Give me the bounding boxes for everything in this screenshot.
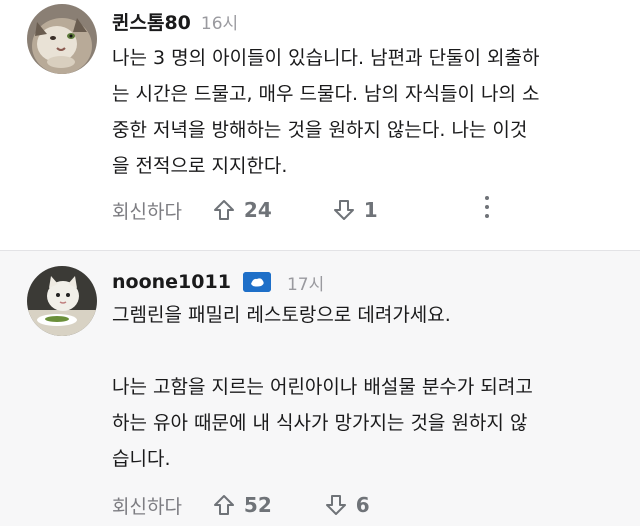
arrow-down-outline-icon bbox=[333, 200, 354, 220]
avatar-cat-at-table[interactable] bbox=[27, 266, 97, 336]
timestamp: 16시 bbox=[200, 13, 239, 34]
timestamp: 17시 bbox=[286, 274, 325, 295]
comment-paragraph: 그렘린을 패밀리 레스토랑으로 데려가세요. bbox=[112, 304, 451, 326]
vertical-ellipsis-icon bbox=[485, 196, 489, 200]
arrow-up-outline-icon bbox=[213, 200, 234, 220]
arrow-up-outline-icon bbox=[213, 495, 234, 515]
comment-header: 퀸스톰80 16시 bbox=[112, 6, 238, 36]
comment-header: noone1011 17시 bbox=[112, 267, 324, 297]
username[interactable]: noone1011 bbox=[112, 271, 231, 293]
comment-paragraph: 나는 고함을 지르는 어린아이나 배설물 분수가 되려고 하는 유아 때문에 내… bbox=[112, 376, 533, 470]
avatar-cat[interactable] bbox=[27, 4, 97, 74]
upvote-count: 52 bbox=[243, 493, 272, 517]
comment-2: noone1011 17시 그렘린을 패밀리 레스토랑으로 데려가세요. 나는 … bbox=[0, 251, 640, 526]
downvote-count: 1 bbox=[363, 198, 378, 222]
comment-actions: 회신하다 24 1 bbox=[112, 190, 640, 230]
upvote-count: 24 bbox=[243, 198, 272, 222]
upvote-button[interactable]: 24 bbox=[212, 198, 272, 222]
comment-1: 퀸스톰80 16시 나는 3 명의 아이들이 있습니다. 남편과 단둘이 외출하… bbox=[0, 0, 640, 250]
comment-actions: 회신하다 52 6 bbox=[112, 485, 640, 525]
downvote-count: 6 bbox=[355, 493, 370, 517]
comment-body: 나는 3 명의 아이들이 있습니다. 남편과 단둘이 외출하 는 시간은 드물고… bbox=[112, 40, 632, 184]
comment-body: 그렘린을 패밀리 레스토랑으로 데려가세요. 나는 고함을 지르는 어린아이나 … bbox=[112, 297, 632, 477]
username[interactable]: 퀸스톰80 bbox=[112, 8, 191, 35]
upvote-button[interactable]: 52 bbox=[212, 493, 272, 517]
antarctica-flag-icon bbox=[242, 272, 271, 292]
reply-button[interactable]: 회신하다 bbox=[112, 492, 182, 519]
downvote-button[interactable]: 6 bbox=[324, 493, 370, 517]
downvote-button[interactable]: 1 bbox=[332, 198, 378, 222]
arrow-down-outline-icon bbox=[325, 495, 346, 515]
more-options-button[interactable] bbox=[484, 196, 490, 224]
reply-button[interactable]: 회신하다 bbox=[112, 197, 182, 224]
comment-paragraph: 나는 3 명의 아이들이 있습니다. 남편과 단둘이 외출하 는 시간은 드물고… bbox=[112, 47, 540, 177]
